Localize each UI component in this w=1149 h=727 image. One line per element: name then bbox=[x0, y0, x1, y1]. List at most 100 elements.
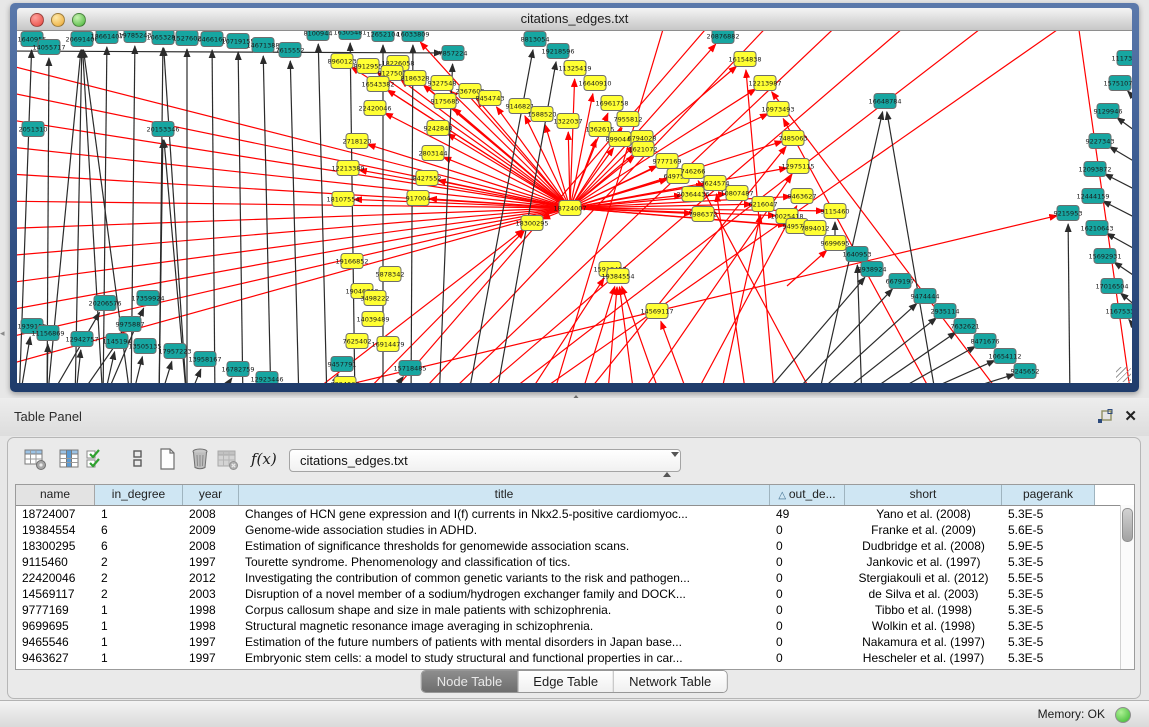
graph-node-label: 16914479 bbox=[371, 341, 404, 349]
graph-node-label: 17016504 bbox=[1095, 283, 1128, 291]
table-cell: 1 bbox=[95, 602, 183, 618]
graph-edge[interactable] bbox=[661, 321, 691, 383]
table-cell: Wolkin et al. (1998) bbox=[845, 618, 1002, 634]
graph-edge[interactable] bbox=[103, 352, 115, 383]
graph-edge[interactable] bbox=[290, 61, 299, 383]
graph-edge[interactable] bbox=[1117, 118, 1132, 136]
left-panel-collapse-arrow[interactable]: ◂ bbox=[0, 328, 5, 339]
table-row[interactable]: 946362711997Embryonic stem cells: a mode… bbox=[16, 650, 1134, 666]
graph-edge[interactable] bbox=[853, 332, 956, 383]
function-builder-icon[interactable]: f(x) bbox=[251, 447, 281, 471]
table-row[interactable]: 911546021997Tourette syndrome. Phenomeno… bbox=[16, 554, 1134, 570]
graph-node-label: 9146821 bbox=[506, 103, 535, 111]
graph-edge[interactable] bbox=[887, 112, 937, 383]
graph-node-label: 6216047 bbox=[749, 201, 778, 209]
graph-edge[interactable] bbox=[17, 208, 570, 285]
graph-edge[interactable] bbox=[607, 287, 617, 383]
table-cell: 2008 bbox=[183, 506, 239, 522]
row-height-icon[interactable] bbox=[126, 447, 150, 471]
table-row[interactable]: 977716911998Corpus callosum shape and si… bbox=[16, 602, 1134, 618]
column-header-name[interactable]: name bbox=[16, 485, 95, 505]
resize-grip[interactable] bbox=[1116, 367, 1131, 382]
table-row[interactable]: 969969511998Structural magnetic resonanc… bbox=[16, 618, 1134, 634]
minimize-button[interactable] bbox=[51, 13, 65, 27]
graph-edge[interactable] bbox=[17, 208, 570, 341]
table-row[interactable]: 1872400712008Changes of HCN gene express… bbox=[16, 506, 1134, 522]
zoom-button[interactable] bbox=[72, 13, 86, 27]
table-row[interactable]: 1830029562008Estimation of significance … bbox=[16, 538, 1134, 554]
table-cell: 2009 bbox=[183, 522, 239, 538]
column-header-short[interactable]: short bbox=[845, 485, 1002, 505]
graph-edge[interactable] bbox=[1109, 147, 1132, 166]
window-titlebar[interactable]: citations_edges.txt bbox=[17, 8, 1132, 31]
graph-edge[interactable] bbox=[757, 277, 865, 383]
graph-edge[interactable] bbox=[318, 44, 327, 383]
column-header-in_degree[interactable]: in_degree bbox=[95, 485, 183, 505]
graph-edge[interactable] bbox=[350, 43, 355, 383]
graph-edge[interactable] bbox=[355, 231, 524, 383]
table-row[interactable]: 946554611997Estimation of the future num… bbox=[16, 634, 1134, 650]
column-header-year[interactable]: year bbox=[183, 485, 239, 505]
table-row[interactable]: 1456911722003Disruption of a novel membe… bbox=[16, 586, 1134, 602]
table-row[interactable]: 2242004622012Investigating the contribut… bbox=[16, 570, 1134, 586]
scrollbar-thumb[interactable] bbox=[1122, 508, 1133, 542]
memory-status-icon[interactable] bbox=[1115, 707, 1131, 723]
graph-edge[interactable] bbox=[383, 377, 403, 383]
graph-edge[interactable] bbox=[899, 360, 995, 383]
graph-edge[interactable] bbox=[238, 52, 243, 383]
graph-edge[interactable] bbox=[17, 208, 570, 257]
graph-edge[interactable] bbox=[215, 378, 232, 383]
graph-node-label: 9699695 bbox=[821, 240, 850, 248]
tab-node-table[interactable]: Node Table bbox=[422, 671, 518, 692]
table-cell: 1997 bbox=[183, 554, 239, 570]
graph-node-label: 14569117 bbox=[640, 308, 673, 316]
float-window-icon[interactable] bbox=[1097, 409, 1113, 425]
close-panel-icon[interactable]: ✕ bbox=[1124, 407, 1137, 427]
network-canvas[interactable]: 1640955140557172069140618661407197852431… bbox=[17, 31, 1132, 383]
graph-node-label: 1588520 bbox=[528, 111, 557, 119]
column-header-title[interactable]: title bbox=[239, 485, 770, 505]
show-columns-icon[interactable] bbox=[57, 447, 81, 471]
graph-node-label: 16782759 bbox=[221, 366, 254, 374]
graph-edge[interactable] bbox=[212, 50, 215, 383]
tab-edge-table[interactable]: Edge Table bbox=[517, 671, 613, 692]
graph-edge[interactable] bbox=[1129, 320, 1132, 336]
graph-edge[interactable] bbox=[1128, 91, 1132, 106]
graph-edge[interactable] bbox=[1105, 174, 1132, 193]
graph-node-label: 2718120 bbox=[343, 138, 372, 146]
vertical-scrollbar[interactable] bbox=[1120, 505, 1134, 669]
network-view-window: citations_edges.txt 16409551405571720691… bbox=[10, 3, 1139, 392]
select-all-icon[interactable] bbox=[83, 447, 107, 471]
table-mode-icon[interactable] bbox=[23, 447, 47, 471]
table-cell: Nakamura et al. (1997) bbox=[845, 634, 1002, 650]
table-cell: Tibbo et al. (1998) bbox=[845, 602, 1002, 618]
window-title: citations_edges.txt bbox=[17, 8, 1132, 30]
graph-edge[interactable] bbox=[1068, 224, 1070, 383]
table-selector-dropdown[interactable]: citations_edges.txt bbox=[289, 449, 681, 472]
graph-node-label: 6679197 bbox=[886, 278, 915, 286]
table-row[interactable]: 1938455462009Genome-wide association stu… bbox=[16, 522, 1134, 538]
table-selector-value: citations_edges.txt bbox=[300, 453, 408, 468]
graph-node-label: 14055717 bbox=[32, 44, 65, 52]
graph-edge[interactable] bbox=[523, 278, 604, 383]
graph-edge[interactable] bbox=[103, 47, 107, 383]
tab-network-table[interactable]: Network Table bbox=[613, 671, 726, 692]
graph-edge[interactable] bbox=[164, 48, 187, 383]
close-button[interactable] bbox=[30, 13, 44, 27]
column-header-out_de[interactable]: △ out_de... bbox=[770, 485, 845, 505]
graph-edge[interactable] bbox=[1103, 201, 1132, 221]
graph-edge[interactable] bbox=[187, 369, 201, 383]
delete-table-icon[interactable] bbox=[215, 447, 239, 471]
graph-edge[interactable] bbox=[131, 357, 142, 383]
graph-edge[interactable] bbox=[159, 362, 172, 383]
delete-column-icon[interactable] bbox=[188, 447, 212, 471]
graph-edge[interactable] bbox=[568, 132, 570, 208]
table-cell: Jankovic et al. (1997) bbox=[845, 554, 1002, 570]
graph-edge[interactable] bbox=[785, 289, 892, 383]
graph-edge[interactable] bbox=[787, 250, 827, 286]
graph-edge[interactable] bbox=[691, 206, 797, 383]
create-column-icon[interactable] bbox=[155, 447, 179, 471]
column-header-pagerank[interactable]: pagerank bbox=[1002, 485, 1095, 505]
graph-edge[interactable] bbox=[719, 215, 761, 383]
graph-edge[interactable] bbox=[923, 374, 1015, 383]
